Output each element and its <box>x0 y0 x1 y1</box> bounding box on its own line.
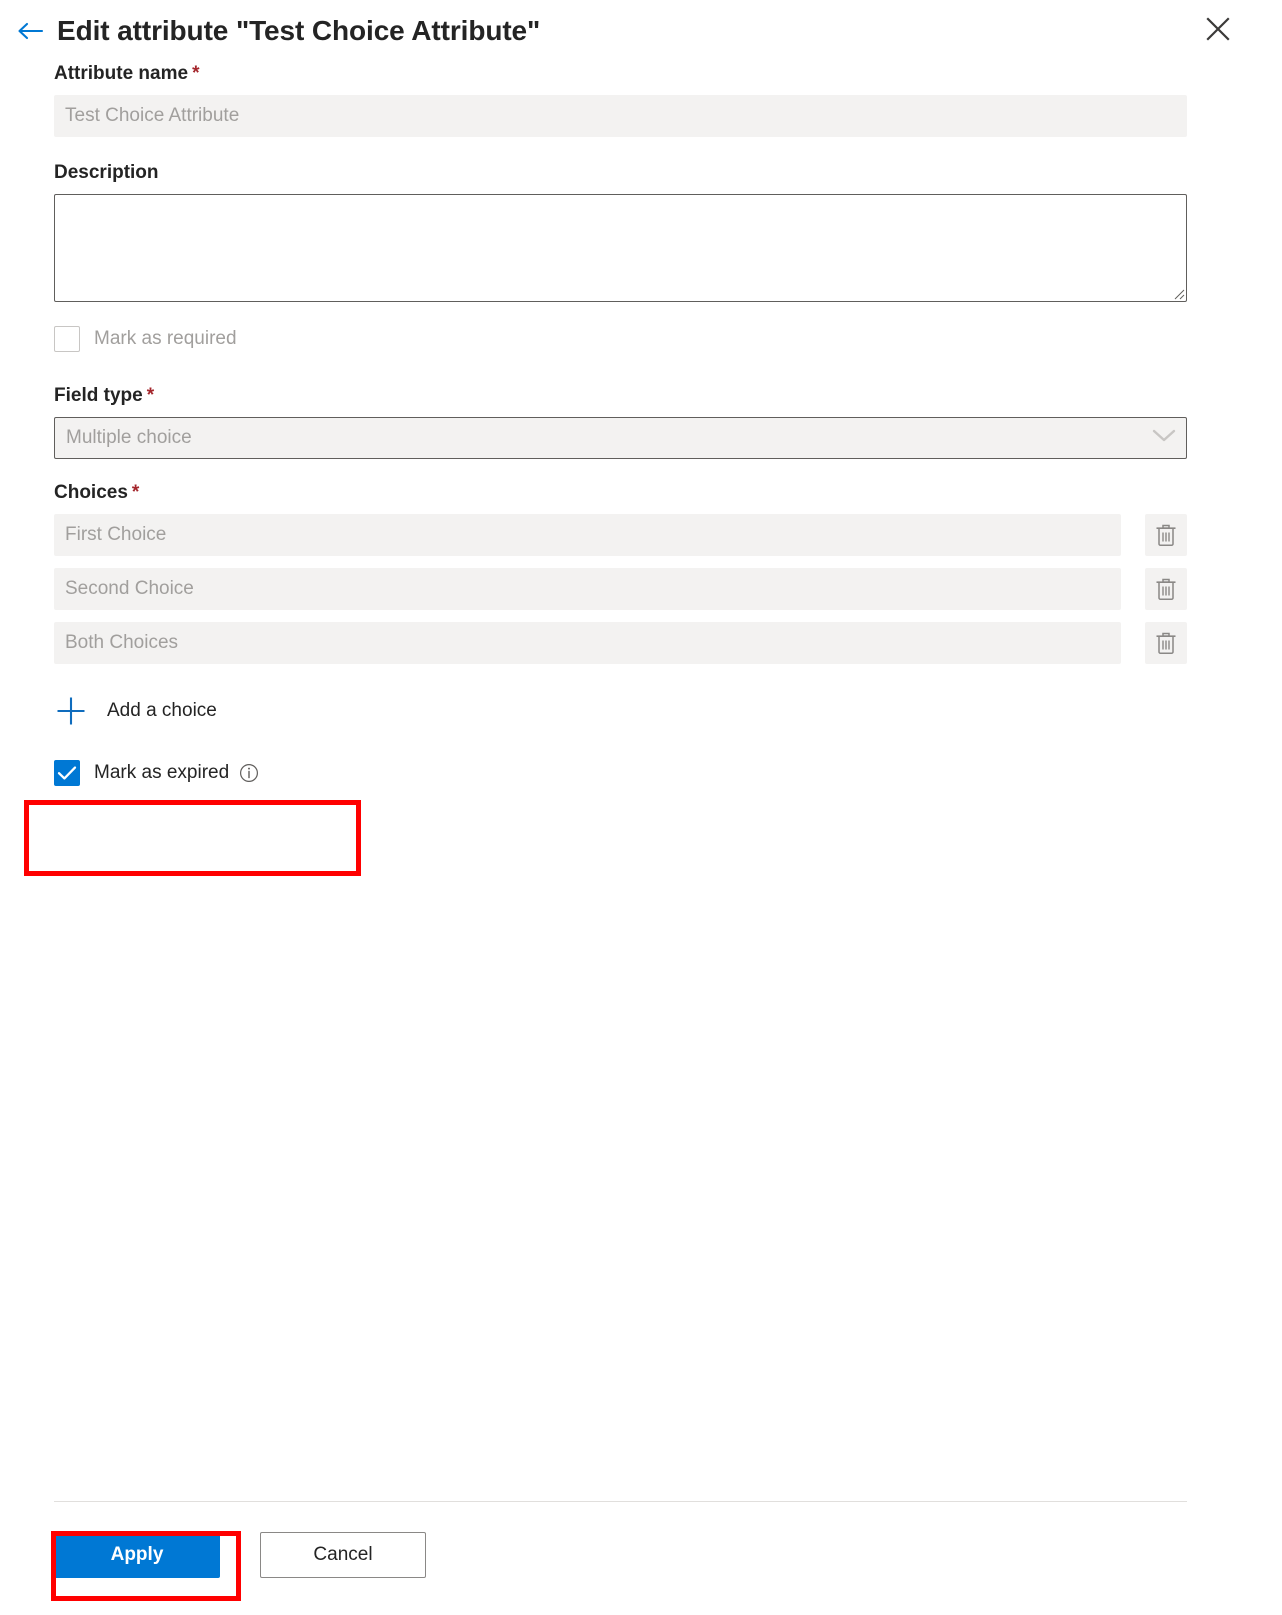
field-type-value: Multiple choice <box>66 427 192 448</box>
attribute-name-label: Attribute name * <box>54 62 1187 86</box>
trash-icon[interactable] <box>1145 568 1187 610</box>
footer-divider <box>54 1501 1187 1502</box>
panel-header: Edit attribute "Test Choice Attribute" <box>0 0 1282 62</box>
panel-footer: Apply Cancel <box>0 1487 1282 1615</box>
trash-icon[interactable] <box>1145 514 1187 556</box>
field-type-label-text: Field type <box>54 385 143 406</box>
resize-handle-icon <box>1174 289 1185 300</box>
choice-row: First Choice <box>54 514 1187 556</box>
field-type-dropdown[interactable]: Multiple choice <box>54 417 1187 459</box>
required-asterisk: * <box>131 482 140 503</box>
choices-label-text: Choices <box>54 482 128 503</box>
description-textarea[interactable] <box>54 194 1187 302</box>
attribute-name-input[interactable]: Test Choice Attribute <box>54 95 1187 137</box>
close-icon[interactable] <box>1200 11 1236 47</box>
required-asterisk: * <box>192 63 200 84</box>
mark-as-expired-row[interactable]: Mark as expired <box>54 756 1187 790</box>
field-type-group: Field type * Multiple choice <box>54 384 1187 459</box>
choice-row: Second Choice <box>54 568 1187 610</box>
page-title: Edit attribute "Test Choice Attribute" <box>57 15 541 46</box>
attribute-name-group: Attribute name * Test Choice Attribute <box>54 62 1187 137</box>
mark-as-expired-label: Mark as expired <box>94 762 230 783</box>
mark-as-required-checkbox[interactable] <box>54 326 80 352</box>
choice-input[interactable]: Both Choices <box>54 622 1121 664</box>
add-choice-button[interactable]: Add a choice <box>54 694 217 728</box>
choice-input[interactable]: First Choice <box>54 514 1121 556</box>
description-group: Description <box>54 161 1187 302</box>
footer-actions: Apply Cancel <box>54 1532 426 1578</box>
plus-icon <box>54 694 88 728</box>
panel-body: Attribute name * Test Choice Attribute De… <box>0 62 1282 1615</box>
mark-as-required-row[interactable]: Mark as required <box>54 322 1187 356</box>
edit-attribute-panel: Edit attribute "Test Choice Attribute" A… <box>0 0 1282 1615</box>
mark-as-required-label: Mark as required <box>94 328 237 349</box>
choice-row: Both Choices <box>54 622 1187 664</box>
info-icon[interactable] <box>239 763 259 783</box>
mark-as-expired-checkbox[interactable] <box>54 760 80 786</box>
chevron-down-icon <box>1151 428 1177 448</box>
required-asterisk: * <box>146 385 155 406</box>
choice-input[interactable]: Second Choice <box>54 568 1121 610</box>
attribute-name-label-text: Attribute name <box>54 63 189 84</box>
choices-label: Choices * <box>54 481 1187 505</box>
add-choice-label: Add a choice <box>107 700 217 721</box>
trash-icon[interactable] <box>1145 622 1187 664</box>
apply-button[interactable]: Apply <box>54 1532 220 1578</box>
choices-group: Choices * First Choice Second Choice Bot… <box>54 481 1187 664</box>
arrow-left-icon[interactable] <box>14 14 48 48</box>
field-type-label: Field type * <box>54 384 1187 408</box>
description-label: Description <box>54 162 159 183</box>
cancel-button[interactable]: Cancel <box>260 1532 426 1578</box>
